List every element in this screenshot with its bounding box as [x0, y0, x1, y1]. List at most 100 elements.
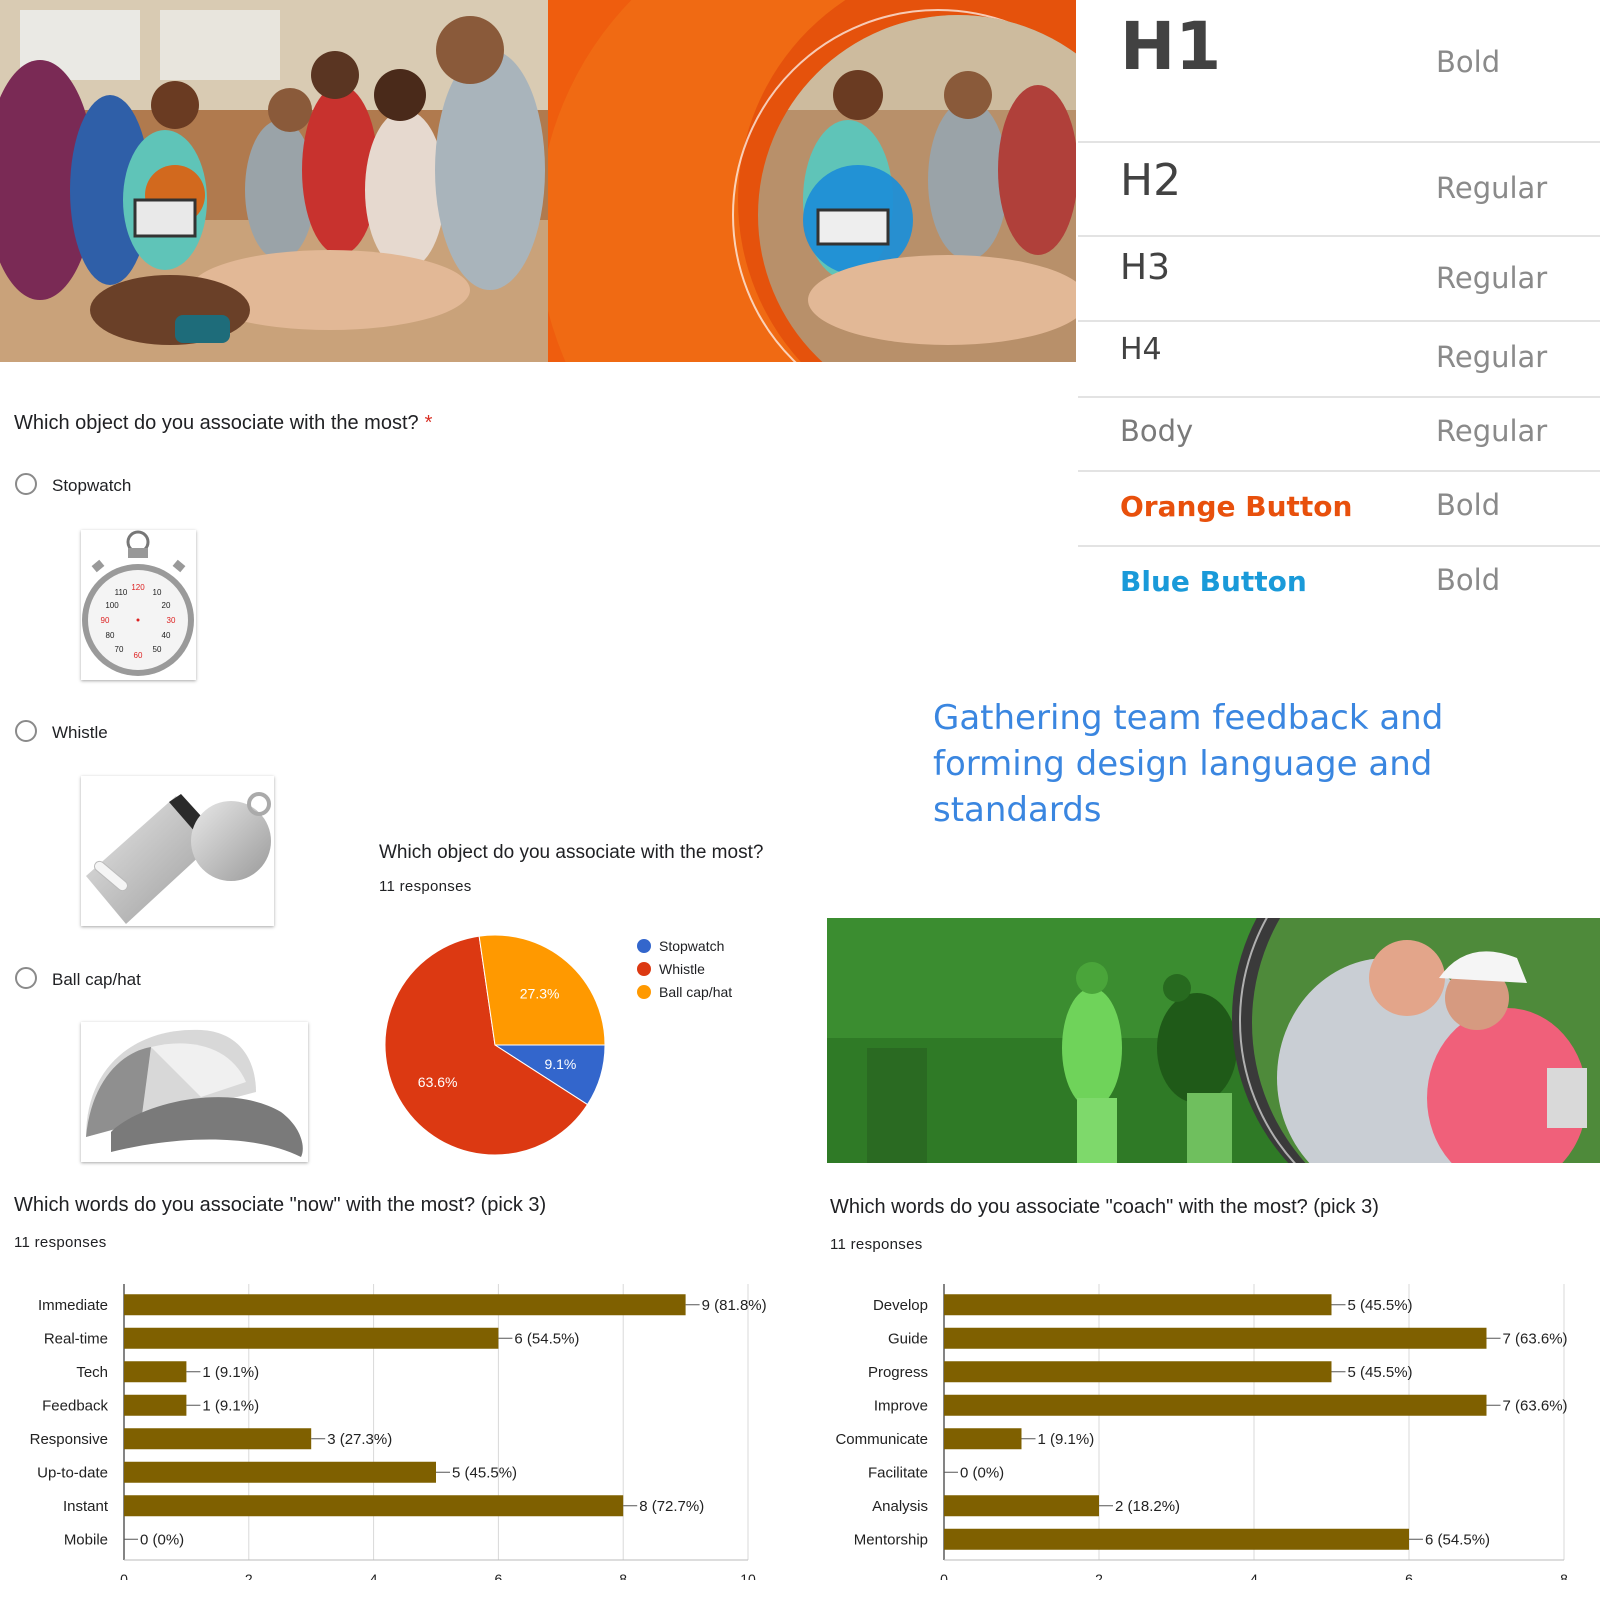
category-label-up-to-date: Up-to-date: [37, 1464, 108, 1481]
x-tick-6: 6: [495, 1571, 503, 1580]
option-label-whistle: Whistle: [52, 723, 108, 742]
category-label-progress: Progress: [868, 1364, 928, 1381]
x-tick-8: 8: [1560, 1571, 1568, 1580]
headline: Gathering team feedback and forming desi…: [933, 698, 1444, 830]
type-weight-h4: Regular: [1436, 340, 1548, 374]
data-label-communicate: 1 (9.1%): [1038, 1431, 1095, 1448]
type-row-h1: H1 Bold: [1078, 0, 1600, 143]
x-tick-0: 0: [120, 1571, 128, 1580]
bar-feedback: [124, 1394, 187, 1416]
x-tick-2: 2: [245, 1571, 253, 1580]
dial-30: 30: [167, 616, 176, 625]
data-label-develop: 5 (45.5%): [1348, 1297, 1413, 1314]
data-label-instant: 8 (72.7%): [639, 1498, 704, 1515]
team-meeting-branded-photo: [548, 0, 1076, 362]
pie-responses: 11 responses: [379, 878, 472, 895]
category-label-analysis: Analysis: [872, 1498, 928, 1515]
data-label-up-to-date: 5 (45.5%): [452, 1464, 517, 1481]
category-label-responsive: Responsive: [30, 1431, 108, 1448]
data-label-guide: 7 (63.6%): [1503, 1330, 1568, 1347]
type-weight-h3: Regular: [1436, 261, 1548, 295]
dial-80: 80: [106, 631, 115, 640]
dial-90: 90: [101, 616, 110, 625]
dial-40: 40: [162, 631, 171, 640]
dial-50: 50: [153, 645, 162, 654]
dial-60: 60: [134, 651, 143, 660]
data-label-tech: 1 (9.1%): [202, 1364, 259, 1381]
type-weight-orange-button: Bold: [1436, 488, 1501, 522]
radio-stopwatch[interactable]: [15, 473, 37, 495]
type-weight-body: Regular: [1436, 414, 1548, 448]
bar-chart-now: 0 2 4 6 8 10 Immediate 9 (81.8%) Real-time 6 (54.…: [30, 1284, 767, 1580]
type-sample-h4: H4: [1120, 332, 1162, 367]
category-label-facilitate: Facilitate: [868, 1464, 928, 1481]
type-sample-blue-button: Blue Button: [1120, 565, 1307, 598]
category-label-immediate: Immediate: [38, 1297, 108, 1314]
dial-20: 20: [162, 601, 171, 610]
type-sample-body: Body: [1120, 414, 1194, 448]
legend-label-ball-cap: Ball cap/hat: [659, 984, 733, 1000]
team-meeting-illustration: [0, 0, 548, 362]
orange-circle-graphic: [548, 0, 1076, 362]
stopwatch-icon: 120 10 20 30 40 50 60 70 80 90 100 110: [81, 530, 196, 680]
bar-coach-responses: 11 responses: [830, 1236, 923, 1253]
bar-coach-title: Which words do you associate "coach" wit…: [830, 1196, 1379, 1218]
data-label-responsive: 3 (27.3%): [327, 1431, 392, 1448]
form-question-text: Which object do you associate with the m…: [14, 412, 419, 434]
team-meeting-photo: [0, 0, 548, 362]
type-sample-h2: H2: [1120, 155, 1182, 206]
bar-responsive: [124, 1428, 312, 1450]
category-label-develop: Develop: [873, 1297, 928, 1314]
legend-label-stopwatch: Stopwatch: [659, 938, 725, 954]
category-label-mobile: Mobile: [64, 1531, 108, 1548]
data-label-analysis: 2 (18.2%): [1115, 1498, 1180, 1515]
bar-instant: [124, 1495, 624, 1517]
bar-improve: [944, 1394, 1487, 1416]
pie-label-ball-cap-hat: 27.3%: [520, 985, 560, 1001]
type-weight-h1: Bold: [1436, 45, 1501, 79]
ball-cap-icon: [81, 1022, 308, 1162]
bar-immediate: [124, 1294, 686, 1316]
data-label-mobile: 0 (0%): [140, 1531, 184, 1548]
radio-whistle[interactable]: [15, 720, 37, 742]
bar-guide: [944, 1327, 1487, 1349]
pie-title: Which object do you associate with the m…: [379, 842, 764, 863]
bar-develop: [944, 1294, 1332, 1316]
data-label-immediate: 9 (81.8%): [702, 1297, 767, 1314]
category-label-guide: Guide: [888, 1330, 928, 1347]
pie-label-whistle: 63.6%: [418, 1074, 458, 1090]
type-row-h4: H4 Regular: [1078, 322, 1600, 398]
radio-ball-cap[interactable]: [15, 967, 37, 989]
x-tick-8: 8: [619, 1571, 627, 1580]
legend-item-ball-cap: Ball cap/hat: [637, 984, 732, 1000]
type-sample-orange-button: Orange Button: [1120, 490, 1353, 523]
category-label-improve: Improve: [874, 1397, 928, 1414]
type-row-body: Body Regular: [1078, 398, 1600, 472]
pie-label-stopwatch: 9.1%: [544, 1056, 576, 1072]
type-weight-blue-button: Bold: [1436, 563, 1501, 597]
option-label-ball-cap: Ball cap/hat: [52, 970, 141, 989]
golf-circle-graphic: [827, 918, 1600, 1163]
data-label-real-time: 6 (54.5%): [514, 1330, 579, 1347]
dial-100: 100: [105, 601, 119, 610]
data-label-feedback: 1 (9.1%): [202, 1397, 259, 1414]
category-label-feedback: Feedback: [42, 1397, 108, 1414]
form-question-title: Which object do you associate with the m…: [14, 412, 432, 435]
bar-mentorship: [944, 1528, 1409, 1550]
option-label-stopwatch: Stopwatch: [52, 476, 132, 495]
x-tick-4: 4: [1250, 1571, 1258, 1580]
type-row-h2: H2 Regular: [1078, 143, 1600, 237]
dial-10: 10: [153, 588, 162, 597]
type-row-blue-button: Blue Button Bold: [1078, 547, 1600, 620]
stopwatch-image: 120 10 20 30 40 50 60 70 80 90 100 110: [81, 530, 196, 680]
category-label-mentorship: Mentorship: [854, 1531, 928, 1548]
legend-dot-stopwatch: [637, 939, 651, 953]
x-tick-4: 4: [370, 1571, 378, 1580]
bar-analysis: [944, 1495, 1099, 1517]
legend-item-stopwatch: Stopwatch: [637, 938, 724, 954]
bar-now-responses: 11 responses: [14, 1234, 107, 1251]
bar-chart-coach: 0 2 4 6 8 Develop 5 (45.5%) Guide 7 (63.6%) Progr…: [835, 1284, 1568, 1580]
bar-progress: [944, 1361, 1332, 1383]
bar-up-to-date: [124, 1461, 436, 1483]
pie-chart: 9.1% 63.6% 27.3%: [384, 934, 606, 1156]
